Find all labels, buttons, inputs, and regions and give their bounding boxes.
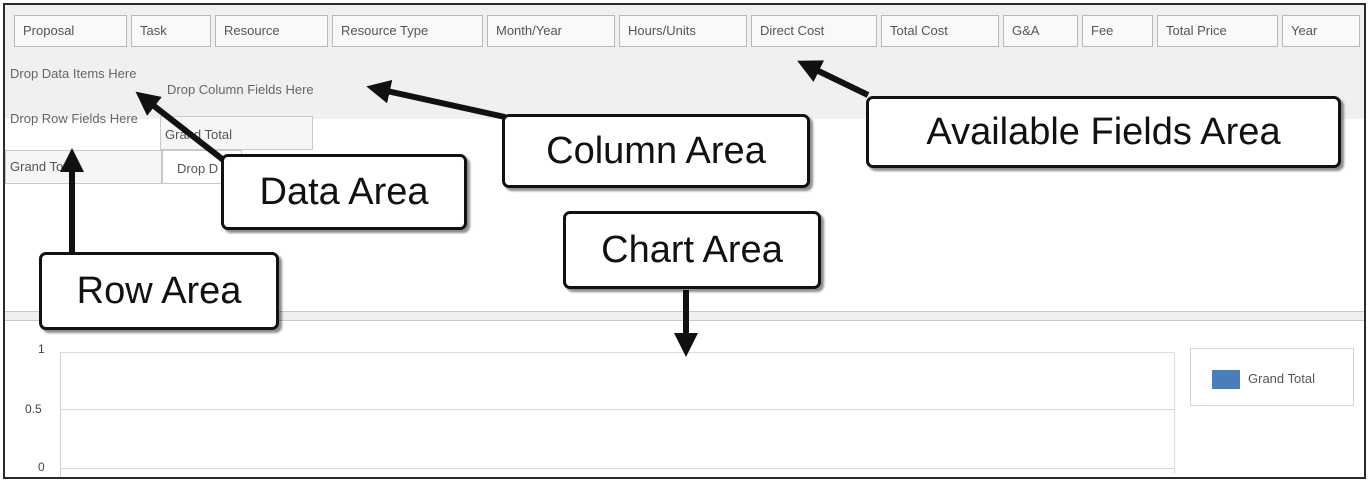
callout-row-area: Row Area xyxy=(39,252,279,330)
callout-available-fields-area: Available Fields Area xyxy=(866,96,1341,168)
arrow-data-area xyxy=(135,91,228,165)
callout-chart-area: Chart Area xyxy=(563,211,821,289)
arrow-available-fields xyxy=(797,60,870,98)
arrow-column-area xyxy=(366,79,506,120)
callout-column-area: Column Area xyxy=(502,114,810,188)
callout-data-area: Data Area xyxy=(221,154,467,230)
screenshot-stage: Proposal Task Resource Resource Type Mon… xyxy=(0,0,1370,483)
